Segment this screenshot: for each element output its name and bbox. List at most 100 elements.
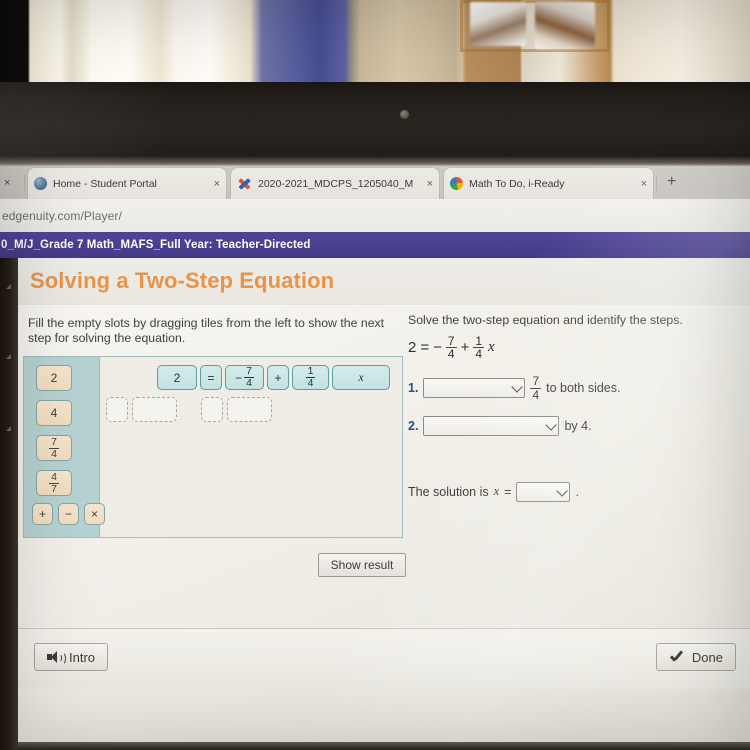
question-panel: Solve the two-step equation and identify… bbox=[408, 313, 748, 502]
tile-label: + bbox=[274, 370, 282, 385]
fraction-denominator: 4 bbox=[473, 347, 485, 362]
equation-variable: x bbox=[488, 339, 495, 356]
tray-tile-four-sevenths[interactable]: 4 7 bbox=[36, 470, 72, 496]
edge-marker-icon bbox=[6, 354, 11, 359]
corkboard-photo-right bbox=[535, 2, 595, 49]
close-icon[interactable]: × bbox=[427, 178, 433, 190]
fraction-denominator: 7 bbox=[49, 482, 59, 495]
drag-drop-activity[interactable]: 2 4 7 4 4 7 + − × 2 = − 7 4 + 1 4 x bbox=[23, 356, 403, 538]
drop-slot-2[interactable] bbox=[132, 397, 177, 422]
tray-tile-minus[interactable]: − bbox=[58, 503, 79, 525]
fraction: 7 4 bbox=[530, 374, 542, 402]
address-bar[interactable]: edgenuity.com/Player/ bbox=[0, 199, 750, 232]
browser-tab-strip: × Home - Student Portal × 2020-2021_MDCP… bbox=[0, 166, 750, 199]
fraction-denominator: 4 bbox=[244, 377, 254, 389]
tile-label: 4 bbox=[50, 406, 58, 420]
equation-tile-negative-seven-fourths[interactable]: − 7 4 bbox=[225, 365, 264, 390]
browser-tab-math-to-do-iready[interactable]: Math To Do, i-Ready × bbox=[444, 168, 653, 199]
done-button[interactable]: Done bbox=[655, 643, 736, 671]
solution-prefix: The solution is bbox=[408, 484, 489, 499]
question-equation: 2 = − 7 4 + 1 4 x bbox=[408, 334, 748, 362]
browser-tab-home-student-portal[interactable]: Home - Student Portal × bbox=[28, 168, 226, 199]
fraction-sign: − bbox=[235, 370, 243, 385]
solution-dropdown[interactable] bbox=[516, 481, 571, 502]
intro-button[interactable]: Intro bbox=[34, 643, 109, 671]
solution-equals: = bbox=[504, 484, 512, 499]
iready-icon bbox=[450, 177, 463, 190]
equation-tile-x[interactable]: x bbox=[332, 365, 390, 390]
tray-tile-4[interactable]: 4 bbox=[36, 400, 72, 426]
webcam-icon bbox=[400, 110, 409, 119]
speaker-icon bbox=[47, 650, 66, 665]
fraction-denominator: 4 bbox=[305, 377, 316, 389]
equation-tile-equals[interactable]: = bbox=[200, 365, 222, 390]
step-1-trailing-text: to both sides. bbox=[546, 381, 621, 396]
globe-icon bbox=[34, 177, 47, 190]
lesson-header: Solving a Two-Step Equation bbox=[18, 258, 750, 305]
tile-label: x bbox=[358, 370, 364, 384]
step-row-2: 2. by 4. bbox=[408, 415, 748, 436]
solution-dropdown-wrapper[interactable] bbox=[516, 481, 571, 502]
laptop-bezel bbox=[0, 82, 750, 166]
equation-tile-plus[interactable]: + bbox=[267, 365, 289, 390]
step-number: 2. bbox=[408, 418, 419, 433]
step-1-dropdown-wrapper[interactable] bbox=[423, 378, 526, 399]
signed-fraction: − 7 4 bbox=[235, 366, 254, 388]
new-tab-button[interactable]: + bbox=[667, 174, 676, 190]
checkmark-icon bbox=[669, 651, 685, 664]
fraction-numerator: 7 bbox=[447, 334, 455, 348]
page-title: Solving a Two-Step Equation bbox=[30, 268, 335, 293]
tile-label: = bbox=[207, 370, 215, 385]
fraction: 4 7 bbox=[49, 472, 59, 494]
show-result-button[interactable]: Show result bbox=[318, 553, 406, 577]
corkboard-photo-left bbox=[470, 2, 526, 46]
close-icon[interactable]: × bbox=[214, 178, 220, 190]
step-row-1: 1. 7 4 to both sides. bbox=[408, 374, 748, 402]
tray-tile-2[interactable]: 2 bbox=[36, 365, 72, 391]
browser-tab-mdcps-course[interactable]: 2020-2021_MDCPS_1205040_M × bbox=[231, 168, 439, 199]
url-text: edgenuity.com/Player/ bbox=[2, 208, 122, 223]
solution-period: . bbox=[575, 484, 579, 499]
question-prompt: Solve the two-step equation and identify… bbox=[408, 313, 683, 327]
step-2-dropdown-wrapper[interactable] bbox=[423, 415, 560, 436]
fraction-numerator: 4 bbox=[51, 470, 57, 483]
browser-tab-label: Home - Student Portal bbox=[53, 177, 157, 190]
fraction: 1 4 bbox=[473, 334, 485, 362]
fraction-numerator: 7 bbox=[246, 365, 252, 378]
close-icon[interactable]: × bbox=[641, 178, 647, 190]
edge-marker-icon bbox=[6, 284, 11, 289]
tray-tile-seven-fourths[interactable]: 7 4 bbox=[36, 435, 72, 461]
tray-tile-times[interactable]: × bbox=[84, 503, 105, 525]
laptop-lower-edge bbox=[0, 742, 750, 750]
equation-tile-one-fourth[interactable]: 1 4 bbox=[292, 365, 329, 390]
step-1-dropdown[interactable] bbox=[423, 378, 526, 399]
fraction: 7 4 bbox=[49, 437, 59, 459]
fraction-numerator: 1 bbox=[307, 365, 314, 378]
browser-tab-label: Math To Do, i-Ready bbox=[469, 177, 565, 190]
fraction-numerator: 7 bbox=[532, 374, 540, 389]
equation-tile-2[interactable]: 2 bbox=[157, 365, 197, 390]
course-title: 0_M/J_Grade 7 Math_MAFS_Full Year: Teach… bbox=[1, 239, 311, 251]
fraction-denominator: 4 bbox=[49, 447, 59, 460]
fraction-numerator: 1 bbox=[475, 334, 483, 348]
fraction: 7 4 bbox=[244, 366, 254, 388]
step-2-dropdown[interactable] bbox=[423, 415, 560, 436]
solution-variable: x bbox=[493, 484, 500, 499]
fraction-denominator: 4 bbox=[530, 387, 542, 402]
intro-button-label: Intro bbox=[69, 649, 96, 665]
tray-tile-plus[interactable]: + bbox=[32, 503, 53, 525]
equation-equals: = bbox=[420, 339, 430, 357]
equation-sign: − bbox=[433, 339, 442, 357]
solution-row: The solution is x = . bbox=[408, 481, 748, 502]
laptop-screen: × Home - Student Portal × 2020-2021_MDCP… bbox=[0, 166, 750, 750]
activity-instructions: Fill the empty slots by dragging tiles f… bbox=[28, 316, 385, 345]
tile-label: 2 bbox=[50, 371, 58, 385]
partial-tab-close-icon[interactable]: × bbox=[4, 177, 10, 189]
fraction-numerator: 7 bbox=[51, 435, 57, 448]
browser-tab-label: 2020-2021_MDCPS_1205040_M bbox=[258, 177, 414, 190]
edge-marker-icon bbox=[6, 426, 11, 431]
drop-slot-4[interactable] bbox=[227, 397, 272, 422]
tile-label: 2 bbox=[173, 370, 181, 385]
drop-slot-1[interactable] bbox=[106, 397, 128, 422]
drop-slot-3[interactable] bbox=[201, 397, 223, 422]
